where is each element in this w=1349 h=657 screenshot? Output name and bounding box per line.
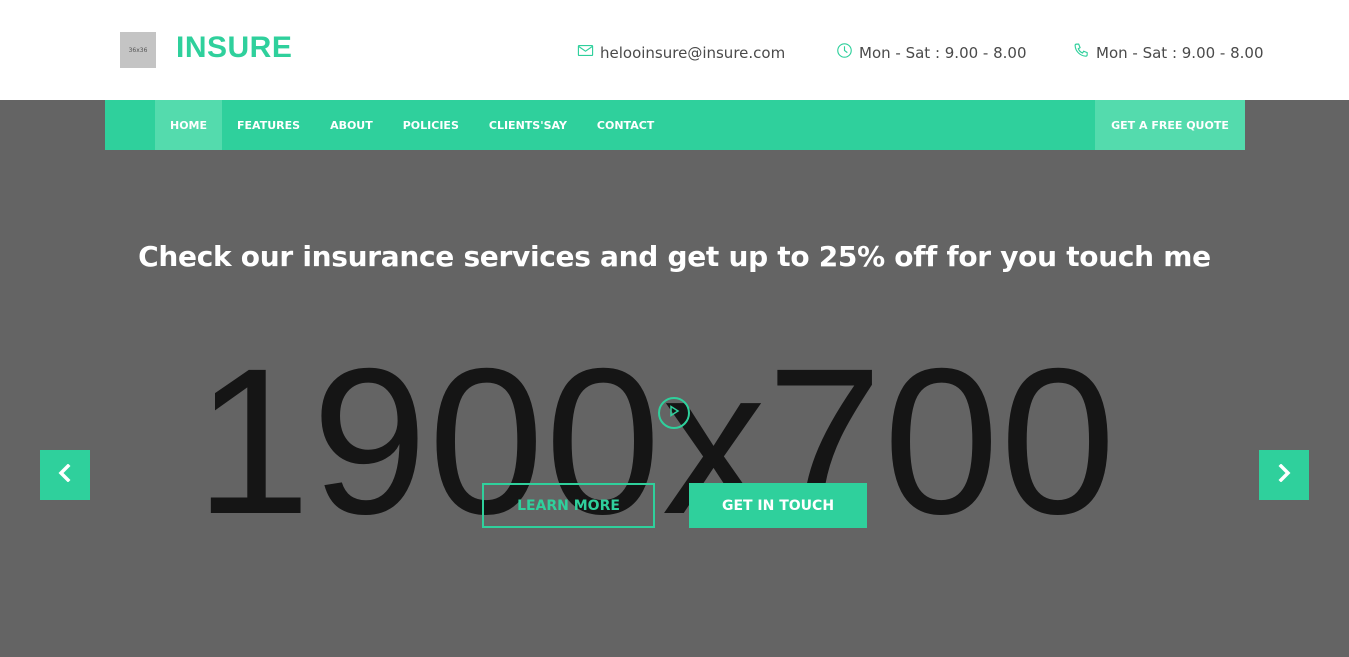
hours-text: Mon - Sat : 9.00 - 8.00: [859, 43, 1027, 62]
hero-image-placeholder: 1900x700: [195, 326, 1117, 558]
chevron-right-icon: [1276, 463, 1292, 487]
nav-item-clients-say[interactable]: CLIENTS'SAY: [474, 100, 582, 150]
slider-next-button[interactable]: [1259, 450, 1309, 500]
contact-phone[interactable]: Mon - Sat : 9.00 - 8.00: [1073, 42, 1264, 63]
slider-prev-button[interactable]: [40, 450, 90, 500]
email-text: helooinsure@insure.com: [600, 43, 786, 62]
play-icon: [668, 404, 680, 422]
get-in-touch-button[interactable]: GET IN TOUCH: [689, 483, 867, 528]
top-header: 36x36 INSURE helooinsure@insure.com Mon …: [0, 0, 1349, 100]
logo-image[interactable]: 36x36: [120, 32, 156, 68]
contact-hours: Mon - Sat : 9.00 - 8.00: [836, 42, 1027, 63]
phone-icon: [1073, 42, 1090, 63]
nav-item-policies[interactable]: POLICIES: [388, 100, 474, 150]
logo-placeholder-text: 36x36: [128, 46, 148, 54]
envelope-icon: [577, 42, 594, 63]
nav-item-features[interactable]: FEATURES: [222, 100, 315, 150]
nav-item-home[interactable]: HOME: [155, 100, 223, 150]
hero-headline: Check our insurance services and get up …: [138, 240, 1211, 273]
chevron-left-icon: [57, 463, 73, 487]
learn-more-button[interactable]: LEARN MORE: [482, 483, 655, 528]
brand-name[interactable]: INSURE: [176, 31, 292, 65]
phone-text: Mon - Sat : 9.00 - 8.00: [1096, 43, 1264, 62]
play-video-button[interactable]: [658, 397, 690, 429]
hero-slider: 1900x700: [0, 100, 1349, 657]
nav-item-about[interactable]: ABOUT: [315, 100, 388, 150]
main-navigation: HOME FEATURES ABOUT POLICIES CLIENTS'SAY…: [105, 100, 1245, 150]
clock-icon: [836, 42, 853, 63]
contact-email[interactable]: helooinsure@insure.com: [577, 42, 785, 63]
nav-item-contact[interactable]: CONTACT: [582, 100, 669, 150]
get-free-quote-button[interactable]: GET A FREE QUOTE: [1095, 100, 1245, 150]
